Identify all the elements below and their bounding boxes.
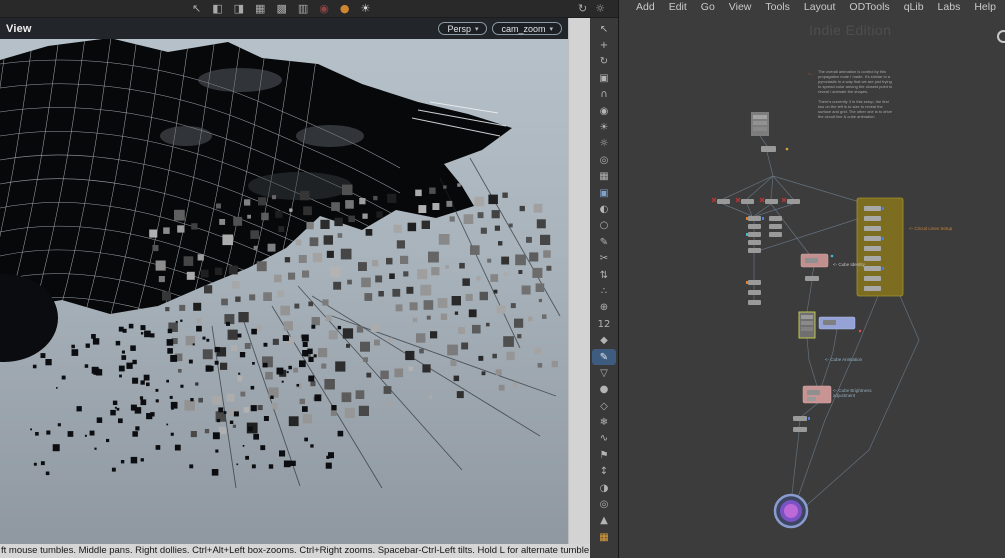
half-shade-icon[interactable]: ◑ (592, 480, 616, 496)
height-icon[interactable]: ↕ (592, 464, 616, 480)
lamp-icon[interactable]: ☼ (592, 136, 616, 152)
network-menubar: Add Edit Go View Tools Layout ODTools qLib Labs H… (619, 0, 1005, 14)
node-graph[interactable] (619, 0, 1005, 558)
viewport-split-icon[interactable]: ◧ (212, 0, 222, 18)
network-nodes[interactable] (711, 112, 904, 529)
sticky-note[interactable]: There's currently 3 in this setup, the f… (818, 99, 896, 119)
snowflake-icon[interactable]: ❄ (592, 414, 616, 430)
menu-qlib[interactable]: qLib (897, 1, 931, 13)
camera-icon[interactable]: ◎ (592, 152, 616, 168)
snap-magnet-icon[interactable]: ∩ (592, 87, 616, 103)
record-icon[interactable]: ◉ (319, 0, 329, 18)
annotation-cube-animation: <- Cube Animation (825, 357, 863, 362)
chevron-down-icon: ▾ (474, 24, 479, 33)
camera-label: cam_zoom (501, 23, 546, 34)
diamond-icon[interactable]: ◆ (592, 332, 616, 348)
tab-stack-icon[interactable]: ▥ (298, 0, 308, 18)
menu-layout[interactable]: Layout (797, 1, 843, 13)
main-toolbar: ↖ ◧ ◨ ▦ ▩ ▥ ◉ ● ☀ ↻ ☼ (0, 0, 618, 18)
target-icon[interactable]: ◎ (592, 496, 616, 512)
menu-view[interactable]: View (722, 1, 759, 13)
menu-help[interactable]: Help (967, 1, 1003, 13)
pencil-icon[interactable]: ✎ (592, 234, 616, 250)
sticky-note[interactable]: The overall animation is control by this… (818, 69, 896, 94)
projection-persp-button[interactable]: Persp ▾ (438, 22, 488, 35)
node-selected[interactable] (798, 311, 816, 339)
network-editor[interactable]: Add Edit Go View Tools Layout ODTools qLib Labs H… (618, 0, 1005, 558)
pane-layout-icon[interactable]: ◨ (234, 0, 244, 18)
camera-select-button[interactable]: cam_zoom ▾ (492, 22, 562, 35)
select-arrow-icon[interactable]: ↖ (592, 21, 616, 37)
projection-label: Persp (447, 23, 471, 34)
viewport-gutter (568, 18, 590, 544)
annotation-cube-brightness: <- Cube Brightness adjustment (833, 388, 872, 399)
annotation-cube-identity: <- Cube Identity (833, 262, 865, 267)
scene-viewport[interactable]: View Persp ▾ cam_zoom ▾ (0, 18, 568, 544)
viewport-canvas[interactable] (0, 18, 568, 544)
scissors-icon[interactable]: ✂ (592, 250, 616, 266)
light-icon[interactable]: ☀ (592, 119, 616, 135)
viewport-title: View (6, 22, 32, 35)
network-box-circuit-lines[interactable] (856, 197, 904, 297)
wave-icon[interactable]: ∿ (592, 431, 616, 447)
houdini-window: ↖ ◧ ◨ ▦ ▩ ▥ ◉ ● ☀ ↻ ☼ View Persp ▾ cam_z… (0, 0, 1005, 558)
sync-icon[interactable]: ↻ (578, 0, 587, 18)
viewport-help-text: ft mouse tumbles. Middle pans. Right dol… (0, 544, 590, 558)
grid-snap-icon[interactable]: ▦ (255, 0, 265, 18)
flag-icon[interactable]: ⚑ (592, 447, 616, 463)
points-icon[interactable]: ∴ (592, 283, 616, 299)
prism-icon[interactable]: ◇ (592, 398, 616, 414)
lock-icon[interactable]: ◉ (592, 103, 616, 119)
sort-icon[interactable]: ⇅ (592, 267, 616, 283)
menu-add[interactable]: Add (629, 1, 662, 13)
output-node[interactable] (773, 493, 809, 529)
grid-icon[interactable]: ▦ (592, 169, 616, 185)
paint-selected-icon[interactable]: ✎ (592, 348, 616, 366)
up-icon[interactable]: ▲ (592, 513, 616, 529)
wireframe-icon[interactable]: ○ (592, 218, 616, 234)
camera-controls: Persp ▾ cam_zoom ▾ (438, 22, 562, 35)
node-cube-identity[interactable] (800, 253, 829, 268)
display-toolbar: ↖ + ↻ ▣ ∩ ◉ ☀ ☼ ◎ ▦ ▣ ◐ ○ ✎ ✂ ⇅ ∴ ⊕ 12 ◆ ✎ ▽ ● ◇ ❄ ∿ ⚑ ↕ ◑ ◎ ▲ ▦ (590, 18, 618, 558)
note-pointer: <-- (808, 71, 813, 76)
toolbar-right-icons: ↻ ☼ (578, 0, 605, 18)
node-cube-animation[interactable] (818, 316, 856, 330)
gear-icon[interactable]: ☼ (595, 0, 605, 18)
viewport-header: View Persp ▾ cam_zoom ▾ (0, 18, 568, 39)
status-dot-icon[interactable]: ● (340, 0, 350, 18)
image-plane-icon[interactable]: ▣ (592, 185, 616, 201)
annotation-circuit-lines: <- Circuit Lines Setup (909, 226, 953, 231)
rotate-tool-icon[interactable]: ↻ (592, 54, 616, 70)
move-tool-icon[interactable]: + (592, 37, 616, 53)
multi-pane-icon[interactable]: ▩ (276, 0, 286, 18)
color-palette-icon[interactable]: ▦ (592, 529, 616, 545)
toolbar-icon-group: ↖ ◧ ◨ ▦ ▩ ▥ ◉ ● ☀ (192, 0, 370, 18)
node-flag-badges (746, 147, 862, 420)
axis-icon[interactable]: ⊕ (592, 300, 616, 316)
menu-labs[interactable]: Labs (931, 1, 968, 13)
menu-go[interactable]: Go (694, 1, 722, 13)
node-cube-brightness[interactable] (802, 385, 832, 404)
pin-circle-icon[interactable] (997, 30, 1005, 43)
select-mode-icon[interactable]: ↖ (192, 0, 201, 18)
menu-odtools[interactable]: ODTools (842, 1, 896, 13)
cone-icon[interactable]: ▽ (592, 365, 616, 381)
render-settings-icon[interactable]: ☀ (360, 0, 370, 18)
sphere-icon[interactable]: ● (592, 382, 616, 398)
point-count-icon[interactable]: 12 (592, 316, 616, 332)
menu-tools[interactable]: Tools (758, 1, 797, 13)
menu-edit[interactable]: Edit (662, 1, 694, 13)
scale-tool-icon[interactable]: ▣ (592, 70, 616, 86)
shading-icon[interactable]: ◐ (592, 201, 616, 217)
chevron-down-icon: ▾ (549, 24, 553, 33)
